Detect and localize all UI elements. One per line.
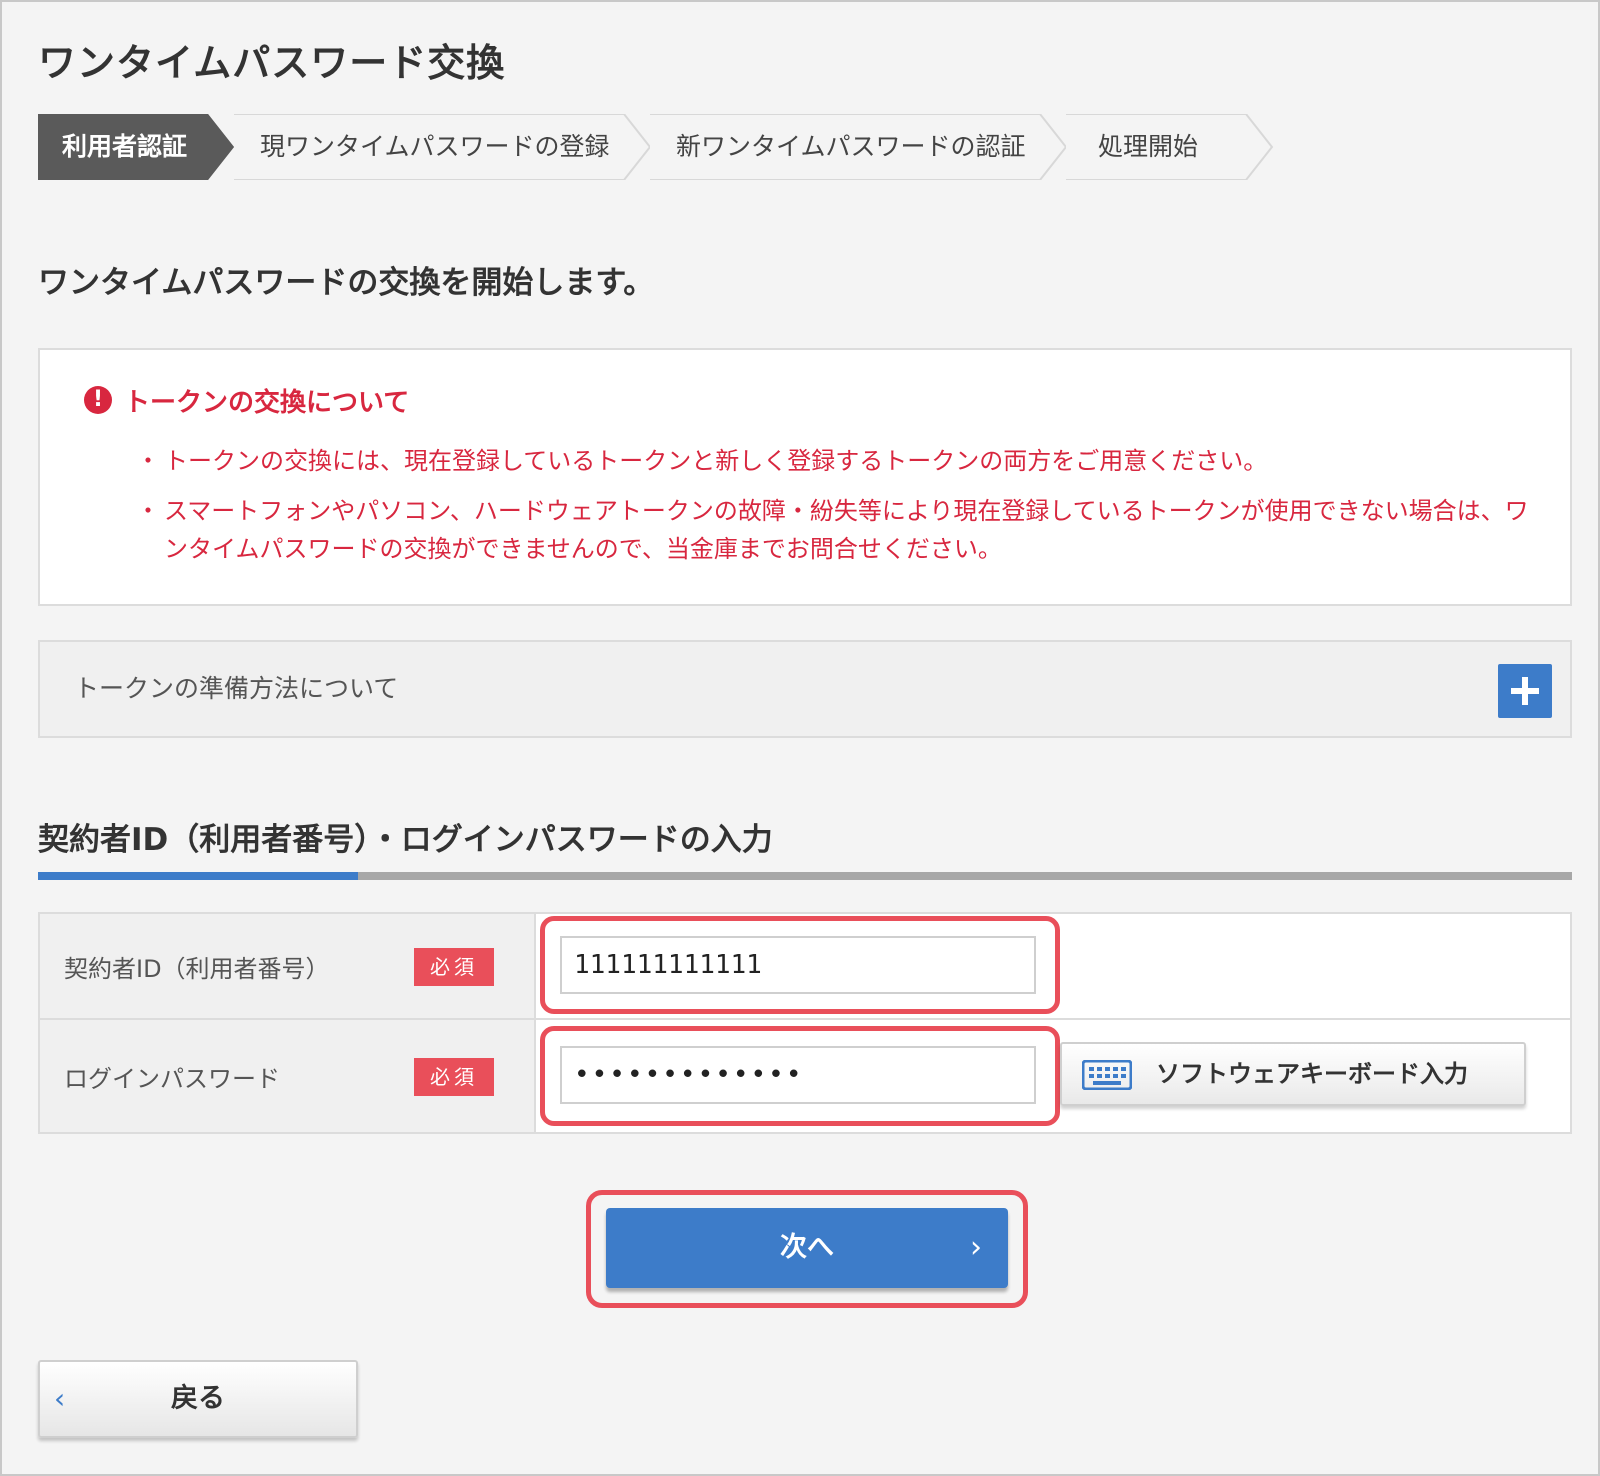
- step-label: 処理開始: [1098, 132, 1199, 161]
- list-item: ・ トークンの交換には、現在登録しているトークンと新しく登録するトークンの両方を…: [136, 442, 1536, 480]
- keyboard-icon: [1082, 1060, 1132, 1090]
- notice-header: ! トークンの交換について: [84, 380, 409, 420]
- back-button[interactable]: ‹ 戻る: [38, 1360, 358, 1438]
- accordion-label: トークンの準備方法について: [74, 674, 399, 703]
- password-header: ログインパスワード 必須: [40, 1020, 536, 1132]
- notice-item-text: スマートフォンやパソコン、ハードウェアトークンの故障・紛失等により現在登録してい…: [164, 497, 1529, 563]
- contract-id-header: 契約者ID（利用者番号） 必須: [40, 914, 536, 1018]
- contract-id-label: 契約者ID（利用者番号）: [64, 954, 330, 983]
- notice-title: トークンの交換について: [124, 387, 410, 418]
- step-current-otp-register: 現ワンタイムパスワードの登録: [208, 114, 654, 180]
- page-frame: ワンタイムパスワード交換 利用者認証 現ワンタイムパスワードの登録 新ワンタイム…: [0, 0, 1600, 1476]
- exclamation-icon: !: [84, 386, 112, 414]
- step-label: 新ワンタイムパスワードの認証: [676, 132, 1026, 161]
- step-progress-bar: 利用者認証 現ワンタイムパスワードの登録 新ワンタイムパスワードの認証 処理開始: [38, 114, 1278, 180]
- bullet: ・: [136, 497, 160, 525]
- list-item: ・ スマートフォンやパソコン、ハードウェアトークンの故障・紛失等により現在登録し…: [136, 492, 1536, 568]
- token-preparation-accordion[interactable]: トークンの準備方法について: [38, 640, 1572, 738]
- page-title: ワンタイムパスワード交換: [38, 41, 506, 85]
- step-label: 利用者認証: [62, 132, 188, 161]
- chevron-right-icon: ›: [970, 1230, 982, 1265]
- lead-text: ワンタイムパスワードの交換を開始します。: [38, 265, 655, 301]
- password-label: ログインパスワード: [64, 1064, 280, 1093]
- notice-box: ! トークンの交換について ・ トークンの交換には、現在登録しているトークンと新…: [38, 348, 1572, 606]
- keyboard-button-label: ソフトウェアキーボード入力: [1156, 1060, 1468, 1088]
- next-button-label: 次へ: [780, 1232, 834, 1263]
- step-label: 現ワンタイムパスワードの登録: [260, 132, 610, 161]
- expand-plus-icon[interactable]: [1498, 664, 1552, 718]
- section-title: 契約者ID（利用者番号）・ログインパスワードの入力: [38, 822, 773, 858]
- next-button[interactable]: 次へ ›: [606, 1208, 1008, 1288]
- step-new-otp-auth: 新ワンタイムパスワードの認証: [624, 114, 1070, 180]
- contract-id-input[interactable]: [560, 936, 1036, 994]
- notice-list: ・ トークンの交換には、現在登録しているトークンと新しく登録するトークンの両方を…: [136, 442, 1536, 580]
- notice-item-text: トークンの交換には、現在登録しているトークンと新しく登録するトークンの両方をご用…: [164, 447, 1268, 475]
- back-button-label: 戻る: [171, 1383, 225, 1414]
- required-badge: 必須: [414, 1058, 494, 1096]
- software-keyboard-button[interactable]: ソフトウェアキーボード入力: [1060, 1042, 1526, 1106]
- password-input[interactable]: [560, 1046, 1036, 1104]
- section-underline: [38, 872, 1572, 880]
- bullet: ・: [136, 447, 160, 475]
- required-badge: 必須: [414, 948, 494, 986]
- step-process-start: 処理開始: [1040, 114, 1276, 180]
